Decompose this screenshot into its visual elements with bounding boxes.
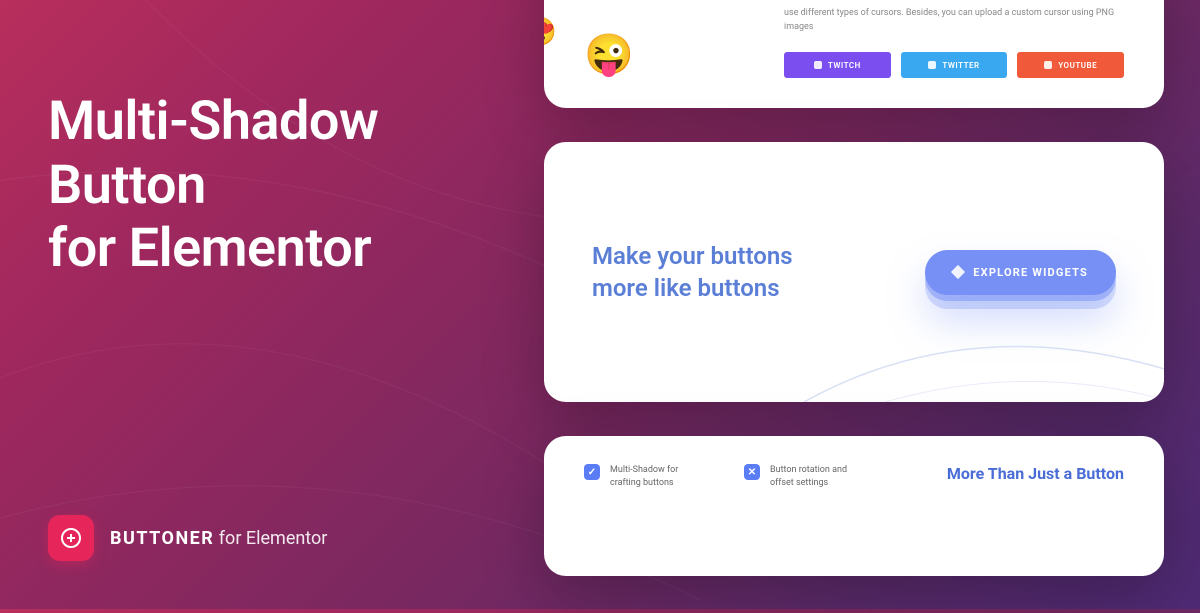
explore-widgets-button[interactable]: EXPLORE WIDGETS — [925, 250, 1116, 295]
diamond-icon — [951, 265, 965, 279]
check-icon: ✓ — [584, 464, 600, 480]
card-description: use different types of cursors. Besides,… — [784, 7, 1124, 34]
heart-eyes-emoji-icon: 😍 — [544, 15, 557, 48]
brand: BUTTONER for Elementor — [48, 515, 327, 561]
main-headline: Multi-Shadow Button for Elementor — [48, 90, 528, 281]
twitter-icon — [928, 61, 936, 69]
preview-card-features: ✓ Multi-Shadow for crafting buttons ✕ Butto… — [544, 436, 1164, 576]
preview-card-tagline: Make your buttons more like buttons EXPL… — [544, 142, 1164, 402]
brand-logo-icon — [48, 515, 94, 561]
feature-text: Button rotation and offset settings — [770, 464, 864, 489]
feature-item: ✓ Multi-Shadow for crafting buttons — [584, 464, 704, 489]
tagline-text: Make your buttons more like buttons — [592, 240, 793, 305]
preview-card-social: 😍 😀 😜 use different types of cursors. Be… — [544, 0, 1164, 108]
youtube-button[interactable]: YOUTUBE — [1017, 52, 1124, 78]
cross-icon: ✕ — [744, 464, 760, 480]
brand-text: BUTTONER for Elementor — [110, 528, 327, 549]
youtube-icon — [1044, 61, 1052, 69]
twitch-icon — [814, 61, 822, 69]
feature-text: Multi-Shadow for crafting buttons — [610, 464, 704, 489]
feature-item: ✕ Button rotation and offset settings — [744, 464, 864, 489]
card-subtitle: More Than Just a Button — [947, 464, 1124, 483]
twitch-button[interactable]: TWITCH — [784, 52, 891, 78]
twitter-button[interactable]: TWITTER — [901, 52, 1008, 78]
wink-emoji-icon: 😜 — [584, 31, 634, 78]
